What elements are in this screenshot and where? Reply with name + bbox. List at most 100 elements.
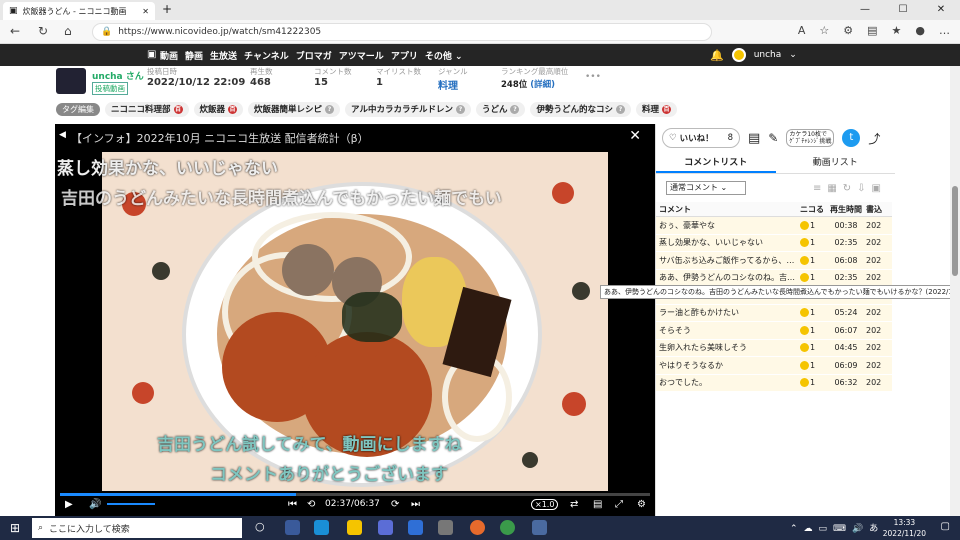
nicoru-cell[interactable]: 1 (800, 308, 826, 318)
more-icon[interactable]: ••• (585, 72, 601, 82)
dic-icon[interactable]: ? (325, 104, 335, 114)
back-icon[interactable]: ← (10, 24, 20, 38)
nav-seiga[interactable]: 静画 (185, 49, 203, 62)
nav-other[interactable]: その他 ⌄ (425, 49, 463, 62)
explorer-icon[interactable] (347, 520, 362, 535)
player-info-title[interactable]: 【インフォ】2022年10月 ニコニコ生放送 配信者統計（β） (71, 130, 369, 146)
play-icon[interactable]: ▶ (65, 499, 73, 510)
nicoru-cell[interactable]: 1 (800, 378, 826, 388)
collections-icon[interactable]: ▤ (867, 24, 877, 37)
nicoru-cell[interactable]: 1 (800, 360, 826, 370)
seek-bar[interactable] (60, 493, 650, 496)
dic-icon[interactable]: ? (455, 104, 465, 114)
profile-icon[interactable]: ● (915, 24, 925, 37)
tag-item[interactable]: うどん? (475, 101, 526, 117)
nico-tv-icon[interactable]: ▣ (147, 49, 156, 60)
nicoru-face-icon[interactable] (800, 378, 809, 388)
nicoru-cell[interactable]: 1 (800, 255, 826, 265)
username[interactable]: uncha (754, 50, 782, 60)
comment-row[interactable]: 生卵入れたら美味しそう 1 04:45 202 (656, 339, 892, 357)
task-view-icon[interactable]: ○ (255, 520, 270, 535)
dic-icon[interactable]: 百 (662, 104, 672, 114)
speed-button[interactable]: ×1.0 (531, 499, 559, 510)
nav-video[interactable]: 動画 (160, 49, 178, 62)
nav-live[interactable]: 生放送 (210, 49, 237, 62)
nicoru-face-icon[interactable] (800, 220, 809, 230)
nicoru-face-icon[interactable] (800, 308, 809, 318)
skip-next-icon[interactable]: ⏭ (411, 499, 420, 510)
comment-toggle-icon[interactable]: ▤ (593, 499, 602, 510)
nav-atsumaru[interactable]: アツマール (339, 49, 384, 62)
page-scrollbar[interactable] (950, 66, 960, 516)
comment-row[interactable]: そらそう 1 06:07 202 (656, 322, 892, 340)
nicoru-face-icon[interactable] (800, 325, 809, 335)
skip-back-icon[interactable]: ⏮ (288, 499, 297, 510)
comment-row[interactable]: ラー油と酢もかけたい 1 05:24 202 (656, 304, 892, 322)
comment-row[interactable]: やはりそうなるか 1 06:09 202 (656, 357, 892, 375)
tag-item[interactable]: 伊勢うどん的なコシ? (530, 101, 631, 117)
comment-row[interactable]: おぅ、豪華やな 1 00:38 202 (656, 217, 892, 235)
comment-row[interactable]: サバ缶ぶち込みご飯作ってるから、… 1 06:08 202 (656, 252, 892, 270)
comment-row[interactable]: おつでした。 1 06:32 202 (656, 374, 892, 392)
app-icon[interactable] (532, 520, 547, 535)
dic-icon[interactable]: 百 (173, 104, 183, 114)
home-icon[interactable]: ⌂ (64, 24, 72, 38)
chrome-icon[interactable] (500, 520, 515, 535)
tab-video-list[interactable]: 動画リスト (776, 152, 896, 173)
url-field[interactable]: 🔒 https://www.nicovideo.jp/watch/sm41222… (92, 23, 712, 41)
browser-tab[interactable]: ▣ 炊飯器うどん - ニコニコ動画 ✕ (3, 2, 155, 20)
nicoru-cell[interactable]: 1 (800, 220, 826, 230)
scroll-thumb[interactable] (952, 186, 958, 276)
tag-item[interactable]: 炊飯器百 (193, 101, 244, 117)
rewind-icon[interactable]: ⟲ (307, 499, 315, 510)
windows-start-icon[interactable]: ⊞ (10, 521, 20, 535)
genre-value[interactable]: 料理 (438, 77, 458, 92)
tab-close-icon[interactable]: ✕ (142, 7, 149, 16)
forward-icon[interactable]: ⟳ (391, 499, 399, 510)
nicoru-face-icon[interactable] (800, 238, 809, 248)
gift-icon[interactable]: ✎ (768, 131, 778, 145)
close-info-icon[interactable]: ✕ (629, 128, 641, 144)
app-icon[interactable] (438, 520, 453, 535)
share-icon[interactable]: ⤴ (868, 130, 880, 147)
dic-icon[interactable]: ? (616, 104, 625, 114)
edge-icon[interactable] (314, 520, 329, 535)
tag-edit-button[interactable]: タグ編集 (56, 102, 100, 116)
dic-icon[interactable]: 百 (228, 104, 238, 114)
volume-slider[interactable] (107, 503, 155, 505)
mail-icon[interactable] (408, 520, 423, 535)
favorites-icon[interactable]: ★ (892, 24, 902, 37)
new-tab-button[interactable]: + (162, 2, 172, 16)
maximize-button[interactable]: ☐ (884, 0, 922, 20)
nicoru-cell[interactable]: 1 (800, 238, 826, 248)
rank-detail-link[interactable]: (詳細) (530, 80, 555, 90)
favorite-star-icon[interactable]: ☆ (819, 24, 829, 37)
bell-icon[interactable]: 🔔 (710, 49, 724, 62)
twitter-icon[interactable]: t (842, 129, 861, 147)
firefox-icon[interactable] (470, 520, 485, 535)
avatar[interactable] (731, 48, 746, 62)
add-mylist-icon[interactable]: ▤ (748, 131, 760, 146)
settings-icon[interactable]: ⚙ (637, 499, 646, 510)
uploader-name[interactable]: uncha さん (92, 69, 144, 82)
tag-item[interactable]: ニコニコ料理部百 (105, 101, 189, 117)
volume-icon[interactable]: 🔊 (89, 499, 101, 510)
dic-icon[interactable]: ? (510, 104, 520, 114)
like-button[interactable]: ♡ いいね！ 8 (662, 128, 740, 148)
comment-type-select[interactable]: 通常コメント ⌄ (666, 181, 746, 195)
chevron-down-icon[interactable]: ⌄ (789, 50, 797, 60)
tag-item[interactable]: アル中カラカラチルドレン? (345, 101, 471, 117)
nav-app[interactable]: アプリ (391, 49, 418, 62)
header-time[interactable]: 再生時間 (826, 204, 866, 215)
minimize-button[interactable]: — (846, 0, 884, 20)
tray-icons[interactable]: ⌃☁▭⌨🔊あ (790, 521, 884, 534)
prev-info-icon[interactable]: ◀ (59, 130, 66, 140)
nicoru-face-icon[interactable] (800, 273, 809, 283)
refresh-icon[interactable]: ↻ (38, 24, 48, 38)
promo-badge[interactable]: カケラ10枚で ｹﾞﾌﾞﾁｬﾚﾝｼﾞ挑戦 (786, 129, 835, 147)
nicoru-face-icon[interactable] (800, 255, 809, 265)
store-icon[interactable] (378, 520, 393, 535)
nicoru-cell[interactable]: 1 (800, 273, 826, 283)
tag-item[interactable]: 料理百 (636, 101, 678, 117)
fullscreen-icon[interactable]: ⤢ (615, 499, 623, 510)
